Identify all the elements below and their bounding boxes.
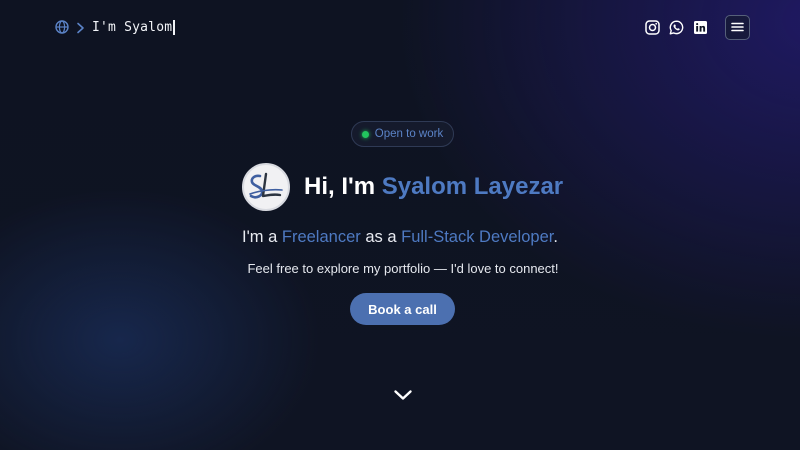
whatsapp-icon[interactable] xyxy=(669,20,684,35)
avatar xyxy=(242,163,290,211)
brand[interactable]: I'm Syalom xyxy=(55,18,176,36)
chevron-right-icon xyxy=(76,21,86,34)
subtitle-role: Freelancer xyxy=(281,228,361,246)
menu-button[interactable] xyxy=(725,15,750,40)
book-call-button[interactable]: Book a call xyxy=(350,293,455,325)
logo-icon xyxy=(249,172,283,199)
title-greeting: Hi, I'm xyxy=(304,173,382,200)
title-name: Syalom Layezar xyxy=(381,173,564,200)
globe-icon xyxy=(55,20,69,34)
status-badge: Open to work xyxy=(351,121,454,147)
typing-cursor xyxy=(173,19,176,35)
subtitle-job-title: Full-Stack Developer xyxy=(401,228,554,246)
instagram-icon[interactable] xyxy=(645,20,660,35)
subtitle-part-3: . xyxy=(553,228,558,246)
chevron-down-icon xyxy=(393,388,413,406)
hamburger-icon xyxy=(731,19,744,37)
status-dot-icon xyxy=(361,130,369,138)
brand-text: I'm Syalom xyxy=(92,19,173,35)
hero-tagline: Feel free to explore my portfolio — I'd … xyxy=(247,261,559,276)
hero-heading: Hi, I'm Syalom Layezar xyxy=(242,163,563,211)
hero-title: Hi, I'm Syalom Layezar xyxy=(304,173,563,201)
linkedin-icon[interactable] xyxy=(693,20,708,35)
top-bar: I'm Syalom xyxy=(0,0,800,54)
subtitle-part-2: as a xyxy=(360,228,402,246)
hero-subtitle: I'm a Freelancer as a Full-Stack Develop… xyxy=(0,228,800,247)
subtitle-part-1: I'm a xyxy=(242,228,282,246)
status-text: Open to work xyxy=(374,128,444,140)
scroll-down-button[interactable] xyxy=(393,389,413,405)
social-links xyxy=(645,20,708,35)
